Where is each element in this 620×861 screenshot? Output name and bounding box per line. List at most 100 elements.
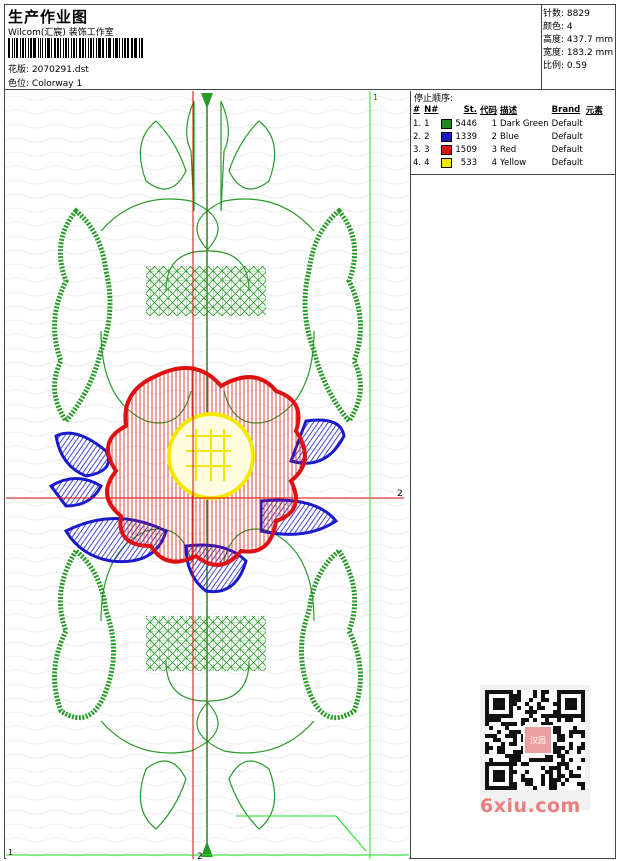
row-swatch xyxy=(441,144,455,157)
row-code: 3 xyxy=(491,145,498,155)
qr-module xyxy=(513,786,517,790)
barcode-bar xyxy=(13,38,15,58)
qr-module xyxy=(569,734,573,738)
row-index: 2. xyxy=(413,132,422,142)
marker-1-bottom: 1 xyxy=(8,848,13,857)
qr-module xyxy=(533,786,537,790)
qr-module xyxy=(553,786,557,790)
row-code: 4 xyxy=(491,158,498,168)
barcode-bar xyxy=(30,38,32,58)
barcode-bar xyxy=(64,38,68,58)
qr-module xyxy=(561,738,565,742)
design-value: 2070291.dst xyxy=(31,65,89,75)
color-swatch xyxy=(441,144,453,155)
qr-module xyxy=(517,698,521,702)
qr-module xyxy=(501,706,505,710)
barcode-bar xyxy=(115,38,118,58)
embroidery-design-svg: 1 2 1 2 xyxy=(6,91,409,859)
design-stats: 针数: 8829 颜色: 4 高度: 437.7 mm 宽度: 183.2 mm… xyxy=(541,5,615,90)
barcode-bar xyxy=(11,38,13,58)
table-row[interactable]: 1. 1 5446 1 Dark Green Default xyxy=(413,118,606,131)
barcode-bar xyxy=(130,38,132,58)
qr-module xyxy=(565,750,569,754)
row-number: 4 xyxy=(424,158,430,168)
barcode-bar xyxy=(119,38,120,58)
barcode-bar xyxy=(126,38,129,58)
qr-module xyxy=(497,730,501,734)
col-description: 描述 xyxy=(500,106,518,116)
barcode-bar xyxy=(41,38,44,58)
row-swatch xyxy=(441,118,455,131)
qr-logo: 汉园 xyxy=(523,725,553,755)
qr-module xyxy=(545,690,549,694)
barcode-bar xyxy=(107,38,109,58)
barcode-bar xyxy=(134,38,138,58)
upper-mesh-fill xyxy=(146,266,266,316)
table-row[interactable]: 4. 4 533 4 Yellow Default xyxy=(413,157,606,170)
barcode-bar xyxy=(62,38,64,58)
qr-module xyxy=(525,762,529,766)
qr-module xyxy=(541,706,545,710)
barcode-bar xyxy=(37,38,39,58)
barcode-bar xyxy=(75,38,77,58)
barcode-bar xyxy=(45,38,47,58)
yellow-center xyxy=(167,412,255,500)
header-info: 生产作业图 Wilcom(汇宸) 装饰工作室 花版: 2070291.dst 色… xyxy=(5,5,542,90)
row-number: 3 xyxy=(424,145,430,155)
barcode-bar xyxy=(25,38,27,58)
qr-module xyxy=(489,726,493,730)
barcode-bar xyxy=(68,38,70,58)
qr-module xyxy=(581,734,585,738)
barcode-bar xyxy=(28,38,30,58)
qr-module xyxy=(569,718,573,722)
qr-module xyxy=(525,718,529,722)
qr-module xyxy=(573,706,577,710)
barcode-bar xyxy=(109,38,112,58)
stat-colors: 颜色: 4 xyxy=(543,22,573,32)
col-index: # xyxy=(413,105,421,115)
barcode-bar xyxy=(123,38,126,58)
stat-width: 宽度: 183.2 mm xyxy=(543,48,614,58)
qr-module xyxy=(577,766,581,770)
table-row[interactable]: 2. 2 1339 2 Blue Default xyxy=(413,131,606,144)
row-number: 1 xyxy=(424,119,430,129)
barcode-bar xyxy=(85,38,87,58)
row-code: 1 xyxy=(491,119,498,129)
table-header-row: # N# St. 代码 描述 Brand 元素 xyxy=(413,104,606,118)
lower-mesh-fill xyxy=(146,616,266,671)
table-row[interactable]: 3. 3 1509 3 Red Default xyxy=(413,144,606,157)
stop-sequence-title: 停止顺序: xyxy=(414,94,454,104)
embroidery-preview[interactable]: 1 2 1 2 xyxy=(6,91,409,859)
colorway: 色位: Colorway 1 xyxy=(8,76,82,89)
marker-2-bottom: 2 xyxy=(197,852,203,859)
row-number: 2 xyxy=(424,132,430,142)
row-brand: Default xyxy=(551,158,583,168)
header-divider xyxy=(5,89,615,90)
qr-module xyxy=(513,770,517,774)
qr-module xyxy=(569,746,573,750)
production-sheet: 生产作业图 Wilcom(汇宸) 装饰工作室 花版: 2070291.dst 色… xyxy=(4,4,616,859)
design-file: 花版: 2070291.dst xyxy=(8,62,89,75)
barcode-bar xyxy=(53,38,56,58)
col-brand: Brand xyxy=(551,105,581,115)
qr-module xyxy=(561,782,565,786)
barcode-bar xyxy=(90,38,93,58)
qr-module xyxy=(489,746,493,750)
qr-module xyxy=(541,782,545,786)
row-brand: Default xyxy=(551,145,583,155)
col-stitches: St. xyxy=(463,105,478,115)
qr-code: 汉园 xyxy=(480,685,590,810)
barcode-bar xyxy=(81,38,85,58)
qr-module xyxy=(577,774,581,778)
row-index: 4. xyxy=(413,158,422,168)
barcode-bar xyxy=(15,38,19,58)
barcode-bar xyxy=(105,38,107,58)
barcode-bar xyxy=(47,38,51,58)
barcode-bar xyxy=(101,38,104,58)
qr-module xyxy=(581,746,585,750)
row-description: Yellow xyxy=(500,158,527,168)
row-index: 1. xyxy=(413,119,422,129)
qr-module xyxy=(581,718,585,722)
qr-module xyxy=(525,770,529,774)
row-element xyxy=(586,157,606,170)
